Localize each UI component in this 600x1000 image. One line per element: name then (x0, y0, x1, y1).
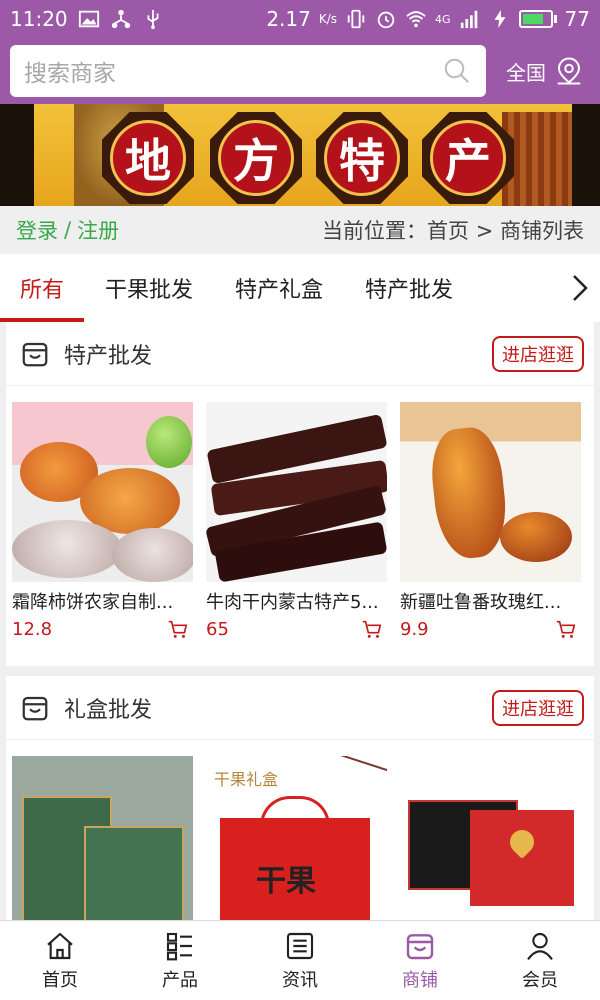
search-icon[interactable] (442, 56, 472, 86)
alarm-icon (377, 11, 395, 29)
signal-icon (460, 10, 477, 29)
product-image (12, 402, 193, 582)
banner-char: 特 (316, 112, 408, 204)
login-separator: / (64, 218, 72, 242)
search-input[interactable]: 搜索商家 (10, 45, 486, 97)
gift-box-header-text: 干果礼盒 (214, 770, 279, 789)
product-image (400, 756, 581, 936)
login-link[interactable]: 登录 (16, 215, 58, 245)
region-selector[interactable]: 全国 (506, 56, 590, 86)
banner-char: 方 (210, 112, 302, 204)
product-card[interactable] (12, 756, 193, 936)
image-icon (78, 10, 99, 28)
product-image: 干果礼盒 干果 (206, 756, 387, 936)
section-title: 礼盒批发 (64, 697, 153, 723)
share-icon (111, 9, 130, 29)
nav-label: 首页 (42, 969, 78, 991)
shop-section: 特产批发 进店逛逛 霜降柿饼农家自制... 12.8 牛肉干内蒙古特产5... … (6, 322, 594, 666)
product-image (12, 756, 193, 936)
shop-section: 礼盒批发 进店逛逛 干果礼盒 干果 (6, 676, 594, 936)
nav-news[interactable]: 资讯 (240, 921, 360, 1000)
cart-icon[interactable] (555, 618, 577, 640)
nav-member[interactable]: 会员 (480, 921, 600, 1000)
shop-icon (22, 696, 48, 720)
chevron-right-icon (573, 275, 588, 301)
user-icon (527, 932, 553, 960)
wifi-icon (406, 11, 426, 28)
shop-icon (406, 933, 434, 959)
tab-specialty-wholesale[interactable]: 特产批发 (344, 254, 474, 322)
product-price: 65 (206, 618, 229, 640)
region-label: 全国 (506, 60, 546, 85)
search-placeholder: 搜索商家 (24, 61, 116, 87)
banner-char: 产 (422, 112, 514, 204)
bottom-nav: 首页 产品 资讯 商铺 会员 (0, 920, 600, 1000)
usb-icon (147, 9, 159, 30)
product-title: 新疆吐鲁番玫瑰红... (400, 592, 562, 613)
nav-label: 产品 (162, 969, 198, 991)
tab-all[interactable]: 所有 (0, 254, 84, 322)
nav-label: 会员 (522, 969, 558, 991)
breadcrumb: 当前位置：首页 > 商铺列表 (322, 219, 584, 243)
network-speed: 2.17 (266, 7, 311, 31)
product-card[interactable]: 新疆吐鲁番玫瑰红... 9.9 (400, 402, 581, 640)
visit-shop-button[interactable]: 进店逛逛 (492, 689, 584, 726)
nav-label: 资讯 (282, 969, 318, 991)
breadcrumb-row: 登录 / 注册 当前位置：首页 > 商铺列表 (0, 206, 600, 254)
promo-banner[interactable]: 地 方 特 产 (0, 104, 600, 206)
product-image (400, 402, 581, 582)
banner-char: 地 (102, 112, 194, 204)
cart-icon[interactable] (167, 618, 189, 640)
product-price: 12.8 (12, 618, 53, 640)
visit-shop-button[interactable]: 进店逛逛 (492, 335, 584, 372)
location-pin-icon (557, 57, 581, 85)
product-card[interactable]: 牛肉干内蒙古特产5... 65 (206, 402, 387, 640)
product-title: 霜降柿饼农家自制... (12, 592, 174, 613)
nav-shops[interactable]: 商铺 (360, 921, 480, 1000)
product-image (206, 402, 387, 582)
product-card[interactable]: 霜降柿饼农家自制... 12.8 (12, 402, 193, 640)
nav-products[interactable]: 产品 (120, 921, 240, 1000)
register-link[interactable]: 注册 (77, 215, 119, 245)
section-header: 礼盒批发 进店逛逛 (6, 676, 594, 740)
product-card[interactable] (400, 756, 581, 936)
network-type: 4G (435, 12, 451, 26)
status-time: 11:20 (10, 7, 68, 31)
battery-percent: 77 (564, 7, 590, 31)
cart-icon[interactable] (361, 618, 383, 640)
list-icon (166, 932, 192, 960)
battery-icon (518, 10, 557, 28)
nav-home[interactable]: 首页 (0, 921, 120, 1000)
home-icon (47, 932, 73, 959)
shop-icon (22, 342, 48, 366)
gift-box-text: 干果 (256, 864, 316, 899)
news-icon (286, 932, 314, 959)
vibrate-icon (347, 9, 365, 29)
header: 搜索商家 全国 (0, 38, 600, 104)
status-bar: 11:20 2.17 K/s 4G 77 (0, 0, 600, 38)
network-speed-unit: K/s (318, 12, 338, 26)
section-header: 特产批发 进店逛逛 (6, 322, 594, 386)
nav-label: 商铺 (402, 969, 438, 991)
product-price: 9.9 (400, 618, 429, 640)
section-title: 特产批发 (64, 343, 153, 369)
tab-dried-fruit-wholesale[interactable]: 干果批发 (84, 254, 214, 322)
tabs-next-button[interactable] (560, 254, 600, 322)
product-card[interactable]: 干果礼盒 干果 (206, 756, 387, 936)
product-title: 牛肉干内蒙古特产5... (206, 592, 379, 613)
charging-icon (494, 9, 506, 29)
tab-specialty-gift-box[interactable]: 特产礼盒 (214, 254, 344, 322)
category-tabs: 所有 干果批发 特产礼盒 特产批发 (0, 254, 600, 322)
